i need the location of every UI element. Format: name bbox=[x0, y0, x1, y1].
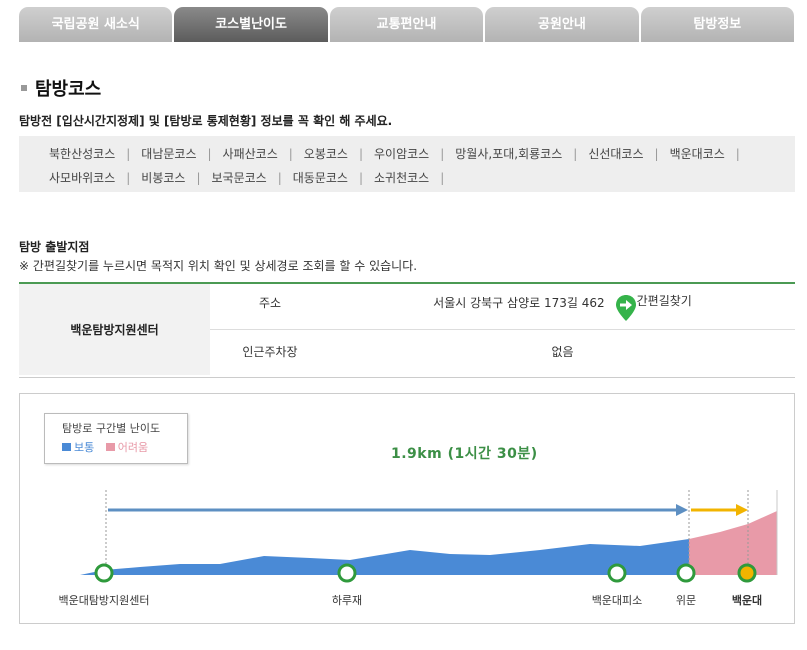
quick-directions-label: 간편길찾기 bbox=[636, 294, 692, 308]
course-link[interactable]: 비봉코스 bbox=[141, 166, 211, 190]
waypoint-marker bbox=[676, 563, 696, 583]
address-row: 주소 서울시 강북구 삼양로 173길 462 간편길찾기 bbox=[210, 284, 795, 330]
course-link[interactable]: 우이암코스 bbox=[374, 142, 455, 166]
address-value-cell: 서울시 강북구 삼양로 173길 462 간편길찾기 bbox=[330, 284, 795, 329]
legend-item-hard: 어려움 bbox=[105, 441, 149, 454]
legend-item-normal: 보통 bbox=[62, 441, 94, 454]
segment-arrow-normal-head bbox=[676, 504, 688, 516]
notice-text: 탐방전 [입산시간지정제] 및 [탐방로 통제현황] 정보를 꼭 확인 해 주세… bbox=[19, 114, 393, 128]
parking-row: 인근주차장 없음 bbox=[210, 330, 795, 375]
legend-swatch-hard bbox=[105, 443, 115, 451]
start-point-title: 탐방 출발지점 bbox=[19, 240, 90, 254]
address-value: 서울시 강북구 삼양로 173길 462 bbox=[433, 296, 605, 310]
course-link[interactable]: 보국문코스 bbox=[212, 166, 293, 190]
difficulty-legend: 탐방로 구간별 난이도 보통 어려움 bbox=[44, 413, 188, 464]
page-title-row: 탐방코스 bbox=[21, 75, 101, 101]
tab-transport[interactable]: 교통편안내 bbox=[329, 7, 484, 42]
tab-bar: 국립공원 새소식 코스별난이도 교통편안내 공원안내 탐방정보 bbox=[19, 7, 795, 42]
map-pin-arrow-icon bbox=[615, 295, 636, 321]
page-title: 탐방코스 bbox=[35, 79, 102, 100]
trail-profile-chart: 백운대탐방지원센터 하루재 백운대피소 위문 백운대 탐방로 구간별 난이도 보통 어려… bbox=[19, 393, 795, 624]
waypoint-label: 하루재 bbox=[332, 593, 362, 607]
title-bullet-icon bbox=[21, 85, 27, 91]
course-link[interactable]: 북한산성코스 bbox=[49, 142, 141, 166]
distance-label: 1.9km (1시간 30분) bbox=[391, 446, 538, 462]
quick-directions-button[interactable]: 간편길찾기 bbox=[615, 294, 692, 322]
tab-park-info[interactable]: 공원안내 bbox=[485, 7, 639, 42]
course-link[interactable]: 신선대코스 bbox=[588, 142, 669, 166]
course-link[interactable]: 망월사,포대,회룡코스 bbox=[455, 142, 588, 166]
waypoint-label: 위문 bbox=[676, 594, 696, 607]
waypoint-marker bbox=[607, 563, 627, 583]
course-link[interactable]: 대동문코스 bbox=[293, 166, 374, 190]
waypoint-marker bbox=[94, 563, 114, 583]
course-link[interactable]: 대남문코스 bbox=[141, 142, 222, 166]
waypoint-marker bbox=[737, 563, 757, 583]
place-name: 백운탐방지원센터 bbox=[19, 284, 210, 375]
legend-label-normal: 보통 bbox=[74, 441, 95, 454]
start-info-table: 백운탐방지원센터 주소 서울시 강북구 삼양로 173길 462 간편길찾기 인… bbox=[19, 282, 795, 378]
segment-arrow-hard-head bbox=[736, 504, 748, 516]
legend-title: 탐방로 구간별 난이도 bbox=[62, 422, 161, 435]
tab-visit-info[interactable]: 탐방정보 bbox=[640, 7, 795, 42]
start-point-desc: ※ 간편길찾기를 누르시면 목적지 위치 확인 및 상세경로 조회를 할 수 있… bbox=[19, 259, 418, 273]
waypoint-label: 백운대피소 bbox=[592, 594, 643, 607]
waypoint-label: 백운대 bbox=[732, 593, 762, 607]
legend-swatch-normal bbox=[62, 443, 71, 451]
waypoint-marker bbox=[337, 563, 357, 583]
tab-course-difficulty[interactable]: 코스별난이도 bbox=[174, 7, 328, 42]
profile-area-hard bbox=[689, 511, 777, 575]
profile-area-normal bbox=[57, 539, 689, 575]
course-list-line-2: 사모바위코스비봉코스보국문코스대동문코스소귀천코스 bbox=[49, 166, 795, 190]
course-link[interactable]: 사모바위코스 bbox=[49, 166, 141, 190]
course-list: 북한산성코스대남문코스사패산코스오봉코스우이암코스망월사,포대,회룡코스신선대코… bbox=[19, 136, 795, 192]
parking-label: 인근주차장 bbox=[242, 345, 298, 359]
course-link[interactable]: 소귀천코스 bbox=[374, 166, 455, 190]
legend-label-hard: 어려움 bbox=[117, 441, 149, 454]
parking-value: 없음 bbox=[551, 345, 574, 359]
address-label: 주소 bbox=[258, 296, 282, 310]
course-link[interactable]: 사패산코스 bbox=[223, 142, 304, 166]
tab-park-news[interactable]: 국립공원 새소식 bbox=[19, 7, 173, 42]
waypoint-label: 백운대탐방지원센터 bbox=[58, 594, 149, 607]
course-list-line-1: 북한산성코스대남문코스사패산코스오봉코스우이암코스망월사,포대,회룡코스신선대코… bbox=[49, 142, 795, 166]
course-link[interactable]: 백운대코스 bbox=[670, 142, 751, 166]
course-link[interactable]: 오봉코스 bbox=[304, 142, 374, 166]
